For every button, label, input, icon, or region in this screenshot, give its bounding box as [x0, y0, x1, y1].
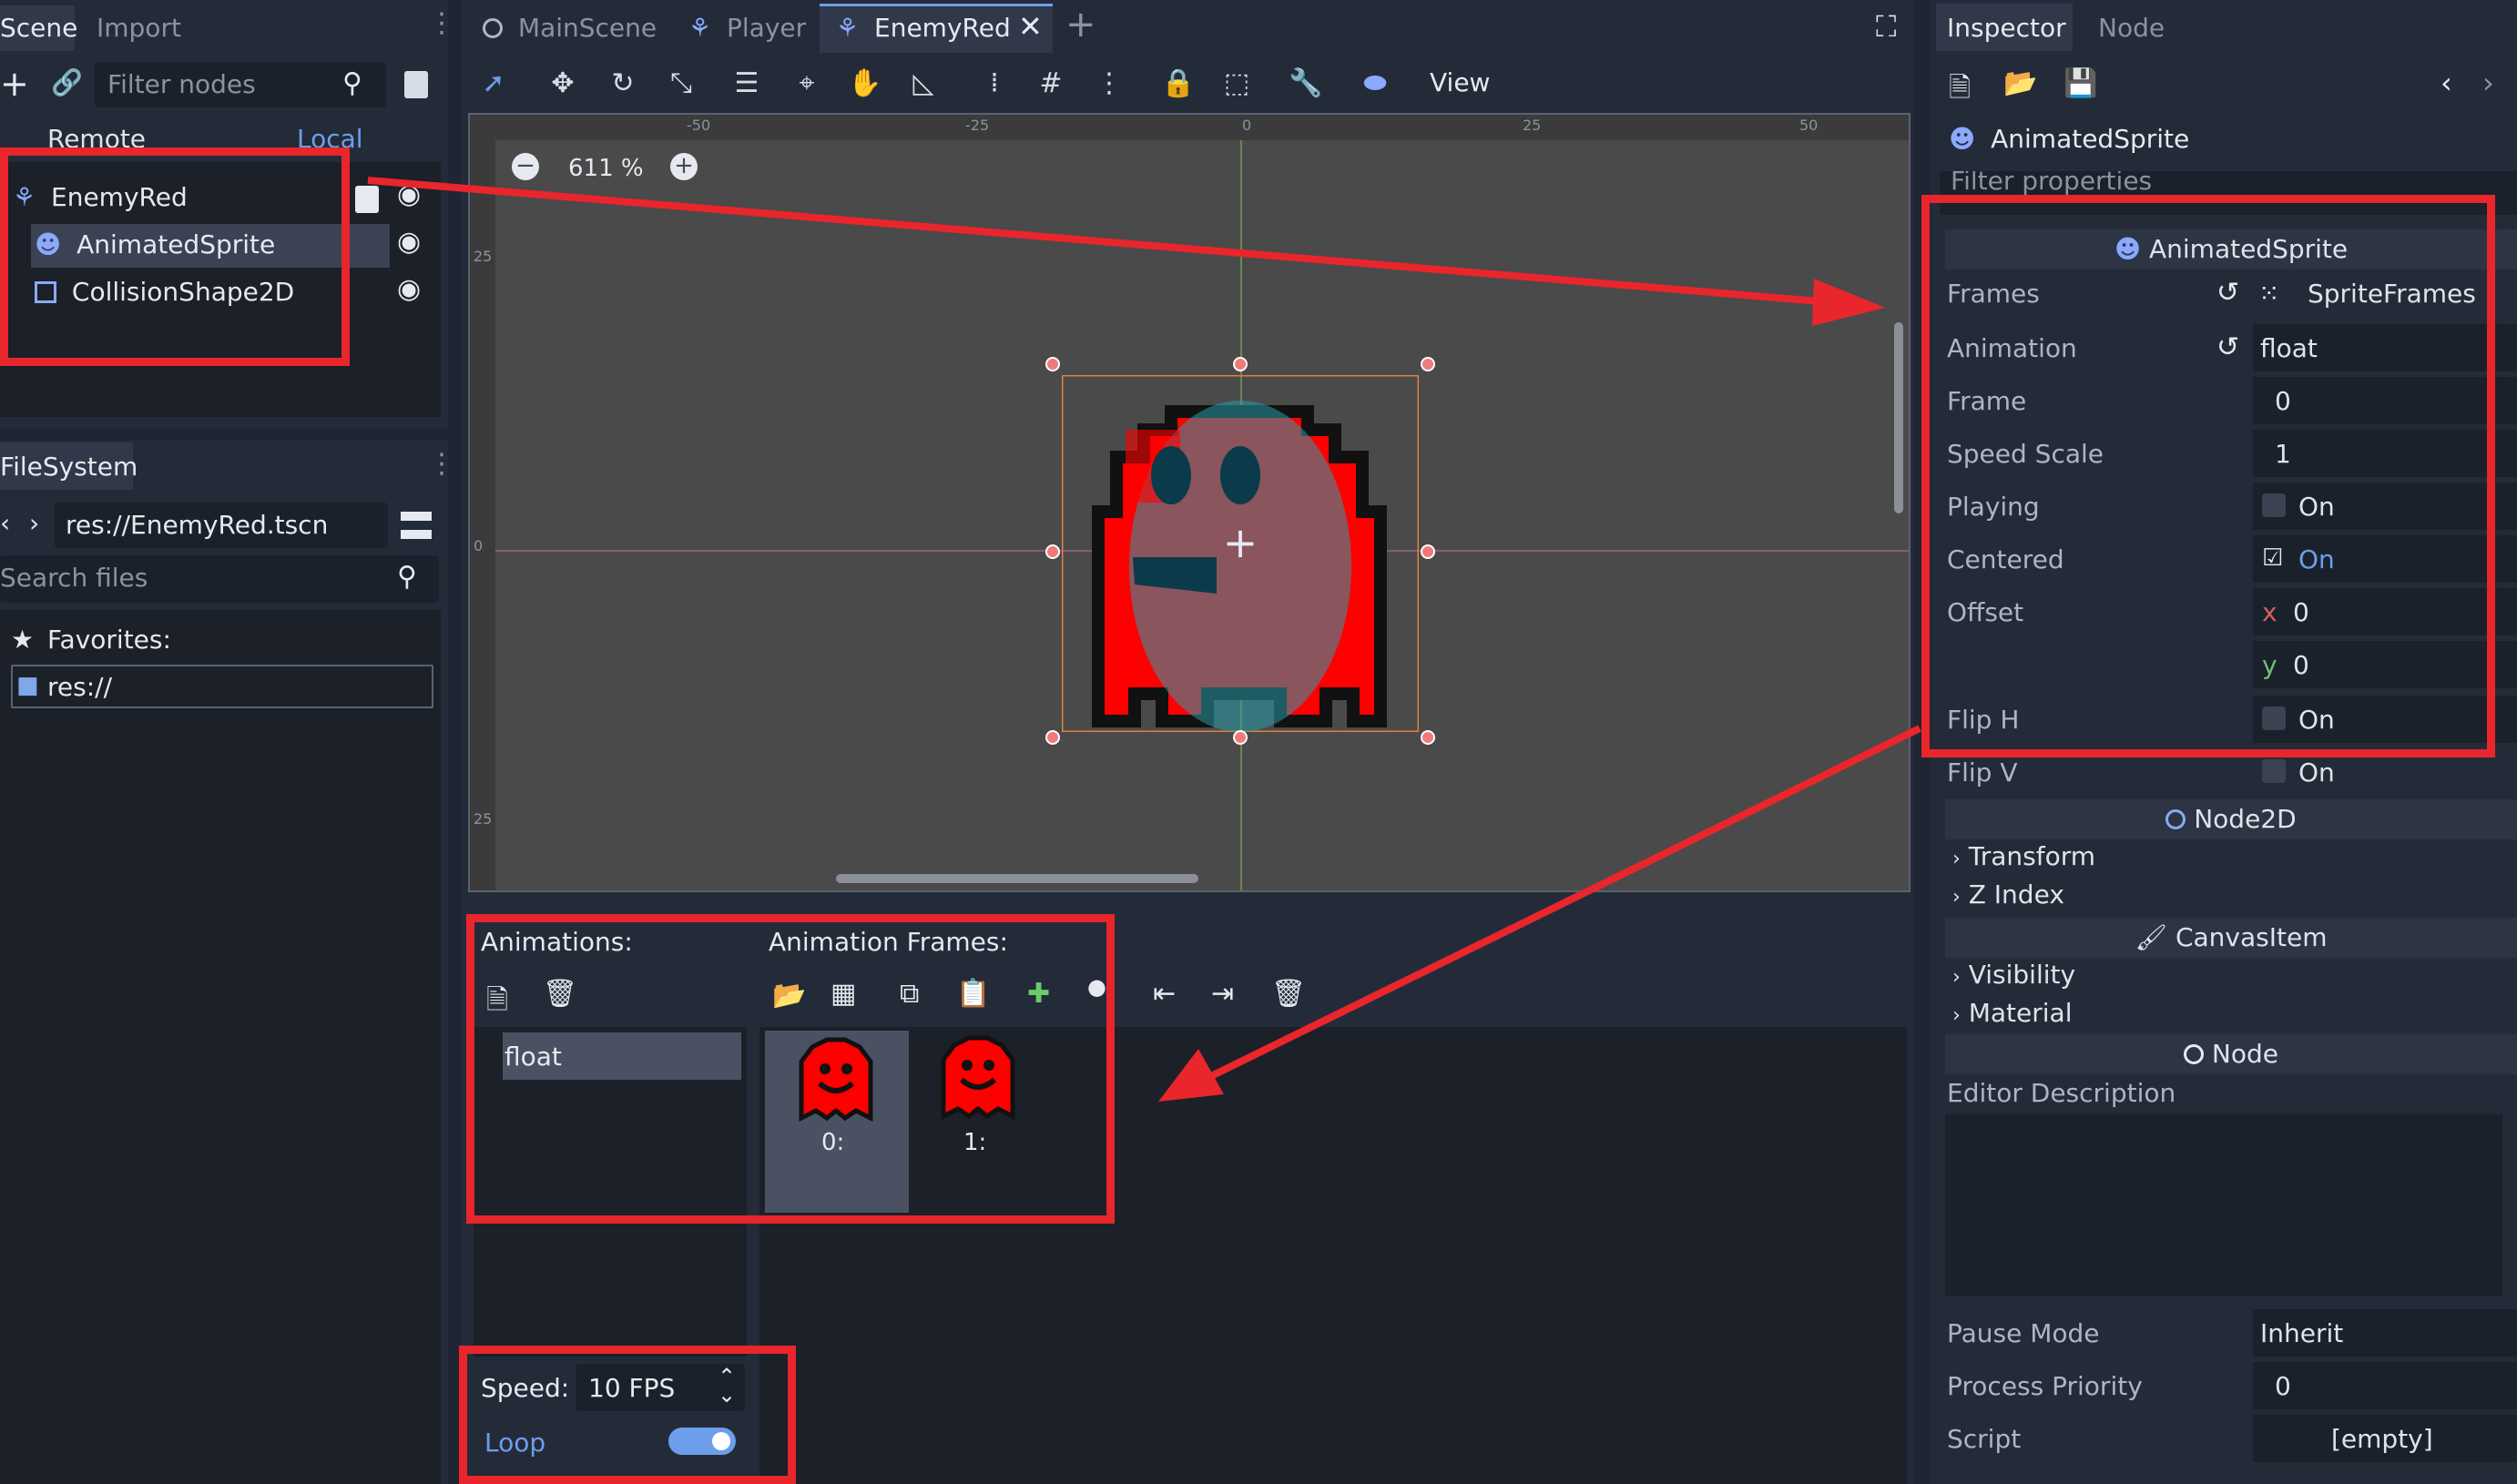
annotation-arrows [367, 177, 1921, 1102]
